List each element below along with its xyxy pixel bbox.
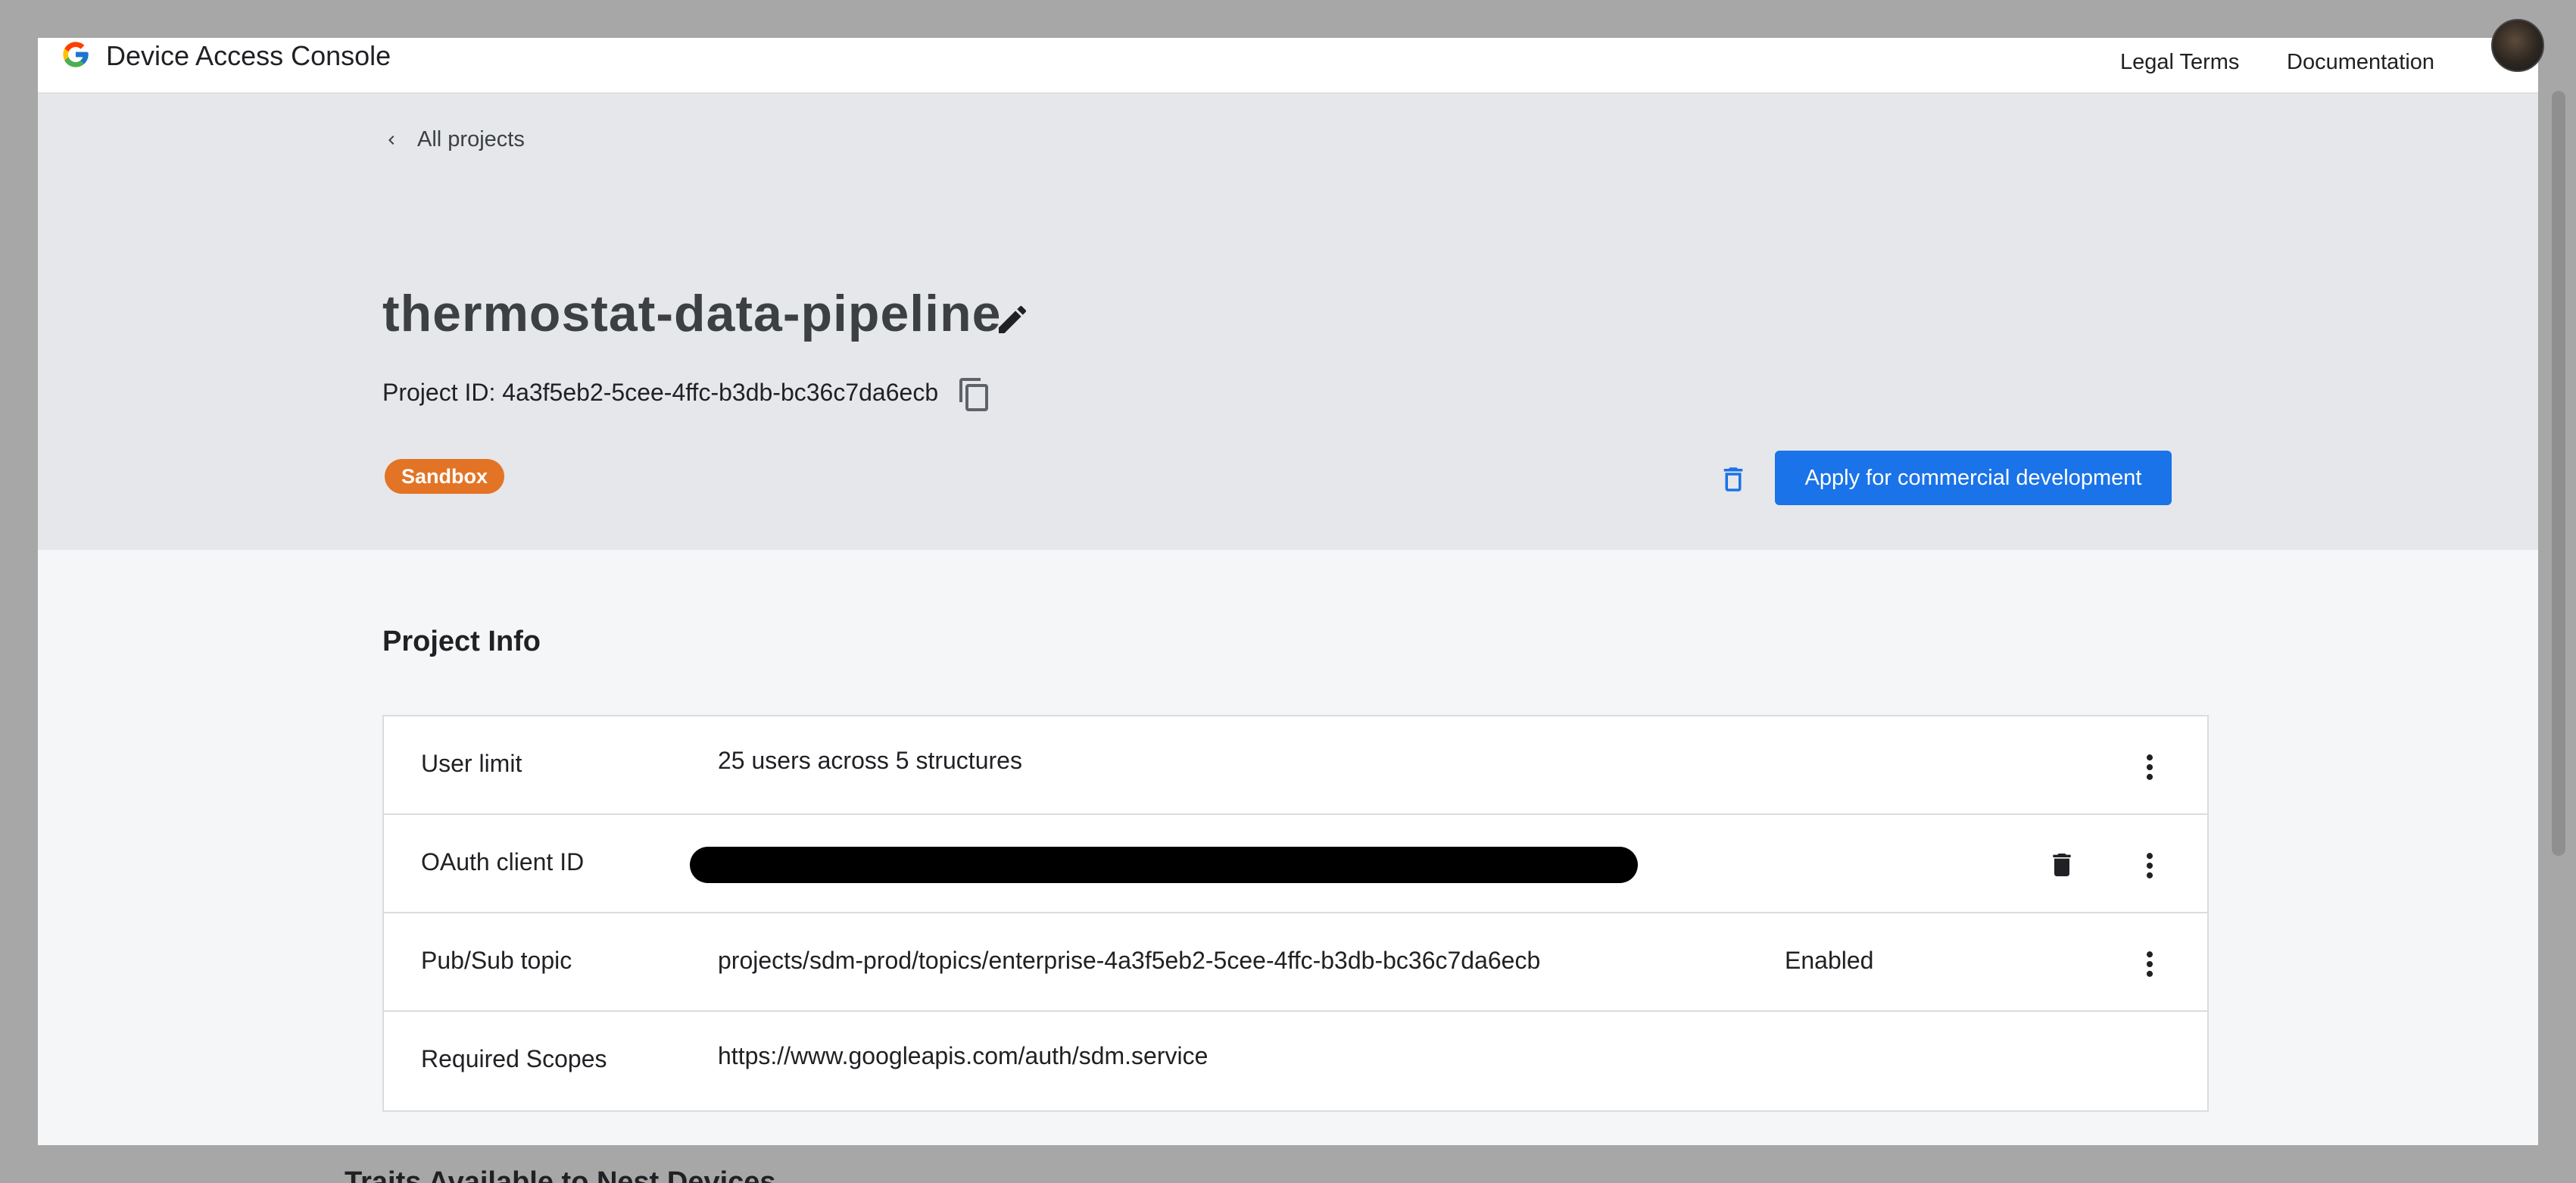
- legal-terms-link[interactable]: Legal Terms: [2120, 45, 2239, 79]
- row-value: projects/sdm-prod/topics/enterprise-4a3f…: [718, 947, 1541, 974]
- row-status: Enabled: [1785, 947, 1874, 974]
- breadcrumb[interactable]: All projects: [382, 127, 525, 152]
- table-row: User limit 25 users across 5 structures: [384, 716, 2207, 815]
- table-row: Pub/Sub topic projects/sdm-prod/topics/e…: [384, 913, 2207, 1012]
- console-window: Device Access Console Legal Terms Docume…: [38, 38, 2538, 1145]
- documentation-link[interactable]: Documentation: [2287, 45, 2434, 79]
- back-to-projects-link[interactable]: All projects: [417, 127, 525, 152]
- table-row: OAuth client ID: [384, 815, 2207, 913]
- table-row: Required Scopes https://www.googleapis.c…: [384, 1012, 2207, 1110]
- google-logo-icon[interactable]: [61, 39, 91, 70]
- chevron-left-icon: [388, 135, 395, 145]
- pencil-icon[interactable]: [994, 301, 1031, 338]
- top-app-bar: Device Access Console Legal Terms Docume…: [38, 38, 2538, 94]
- scrollbar[interactable]: [2552, 91, 2565, 856]
- page-title: thermostat-data-pipeline: [382, 285, 1002, 342]
- row-label: OAuth client ID: [421, 848, 585, 876]
- row-label: User limit: [421, 750, 522, 777]
- copy-icon[interactable]: [956, 376, 993, 414]
- redacted-client-id: [690, 847, 1638, 883]
- row-value: 25 users across 5 structures: [718, 747, 1022, 774]
- apply-commercial-button[interactable]: Apply for commercial development: [1775, 451, 2172, 505]
- kebab-menu-icon[interactable]: [2133, 945, 2166, 983]
- row-value: https://www.googleapis.com/auth/sdm.serv…: [718, 1042, 1208, 1069]
- trash-icon[interactable]: [1717, 462, 1749, 497]
- row-label: Required Scopes: [421, 1045, 607, 1072]
- traits-section-title: Traits Available to Nest Devices: [345, 1166, 776, 1183]
- project-id: Project ID: 4a3f5eb2-5cee-4ffc-b3db-bc36…: [382, 379, 939, 406]
- avatar[interactable]: [2491, 19, 2544, 72]
- project-info-table: User limit 25 users across 5 structures …: [382, 715, 2209, 1112]
- project-info-title: Project Info: [382, 626, 541, 657]
- kebab-menu-icon[interactable]: [2133, 847, 2166, 885]
- trash-icon[interactable]: [2047, 847, 2077, 883]
- window-chrome-top: [0, 0, 2576, 38]
- sandbox-badge: Sandbox: [385, 459, 505, 494]
- row-label: Pub/Sub topic: [421, 947, 572, 974]
- kebab-menu-icon[interactable]: [2133, 748, 2166, 786]
- app-title: Device Access Console: [106, 40, 391, 71]
